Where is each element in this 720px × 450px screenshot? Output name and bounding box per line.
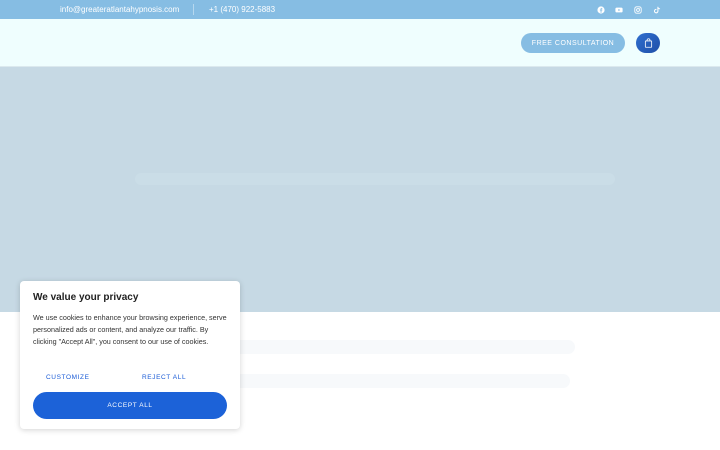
- shopping-bag-icon: [644, 38, 652, 48]
- cookie-title: We value your privacy: [33, 292, 139, 303]
- tiktok-icon[interactable]: [651, 4, 662, 15]
- customize-button[interactable]: CUSTOMIZE: [46, 374, 90, 381]
- free-consultation-button[interactable]: FREE CONSULTATION: [521, 33, 625, 53]
- cookie-description: We use cookies to enhance your browsing …: [33, 313, 227, 346]
- top-contact-bar: info@greateratlantahypnosis.com +1 (470)…: [0, 0, 720, 19]
- youtube-icon[interactable]: [613, 4, 624, 15]
- reject-all-button[interactable]: REJECT ALL: [142, 374, 186, 381]
- cart-button[interactable]: [636, 33, 660, 53]
- email-link[interactable]: info@greateratlantahypnosis.com: [60, 5, 179, 14]
- hero-section: [0, 67, 720, 312]
- accept-all-button[interactable]: ACCEPT ALL: [33, 392, 227, 419]
- phone-link[interactable]: +1 (470) 922-5883: [209, 5, 275, 14]
- hero-faded-heading: [40, 167, 680, 197]
- intro-faded-line: [230, 340, 575, 354]
- topbar-divider: [193, 4, 194, 15]
- intro-faded-line: [235, 374, 570, 388]
- hero-heading-placeholder: [135, 173, 615, 185]
- instagram-icon[interactable]: [632, 4, 643, 15]
- site-header: FREE CONSULTATION: [0, 19, 720, 67]
- facebook-icon[interactable]: [595, 4, 606, 15]
- cookie-consent-banner: We value your privacy We use cookies to …: [20, 281, 240, 429]
- cookie-secondary-actions: CUSTOMIZE REJECT ALL: [33, 374, 227, 384]
